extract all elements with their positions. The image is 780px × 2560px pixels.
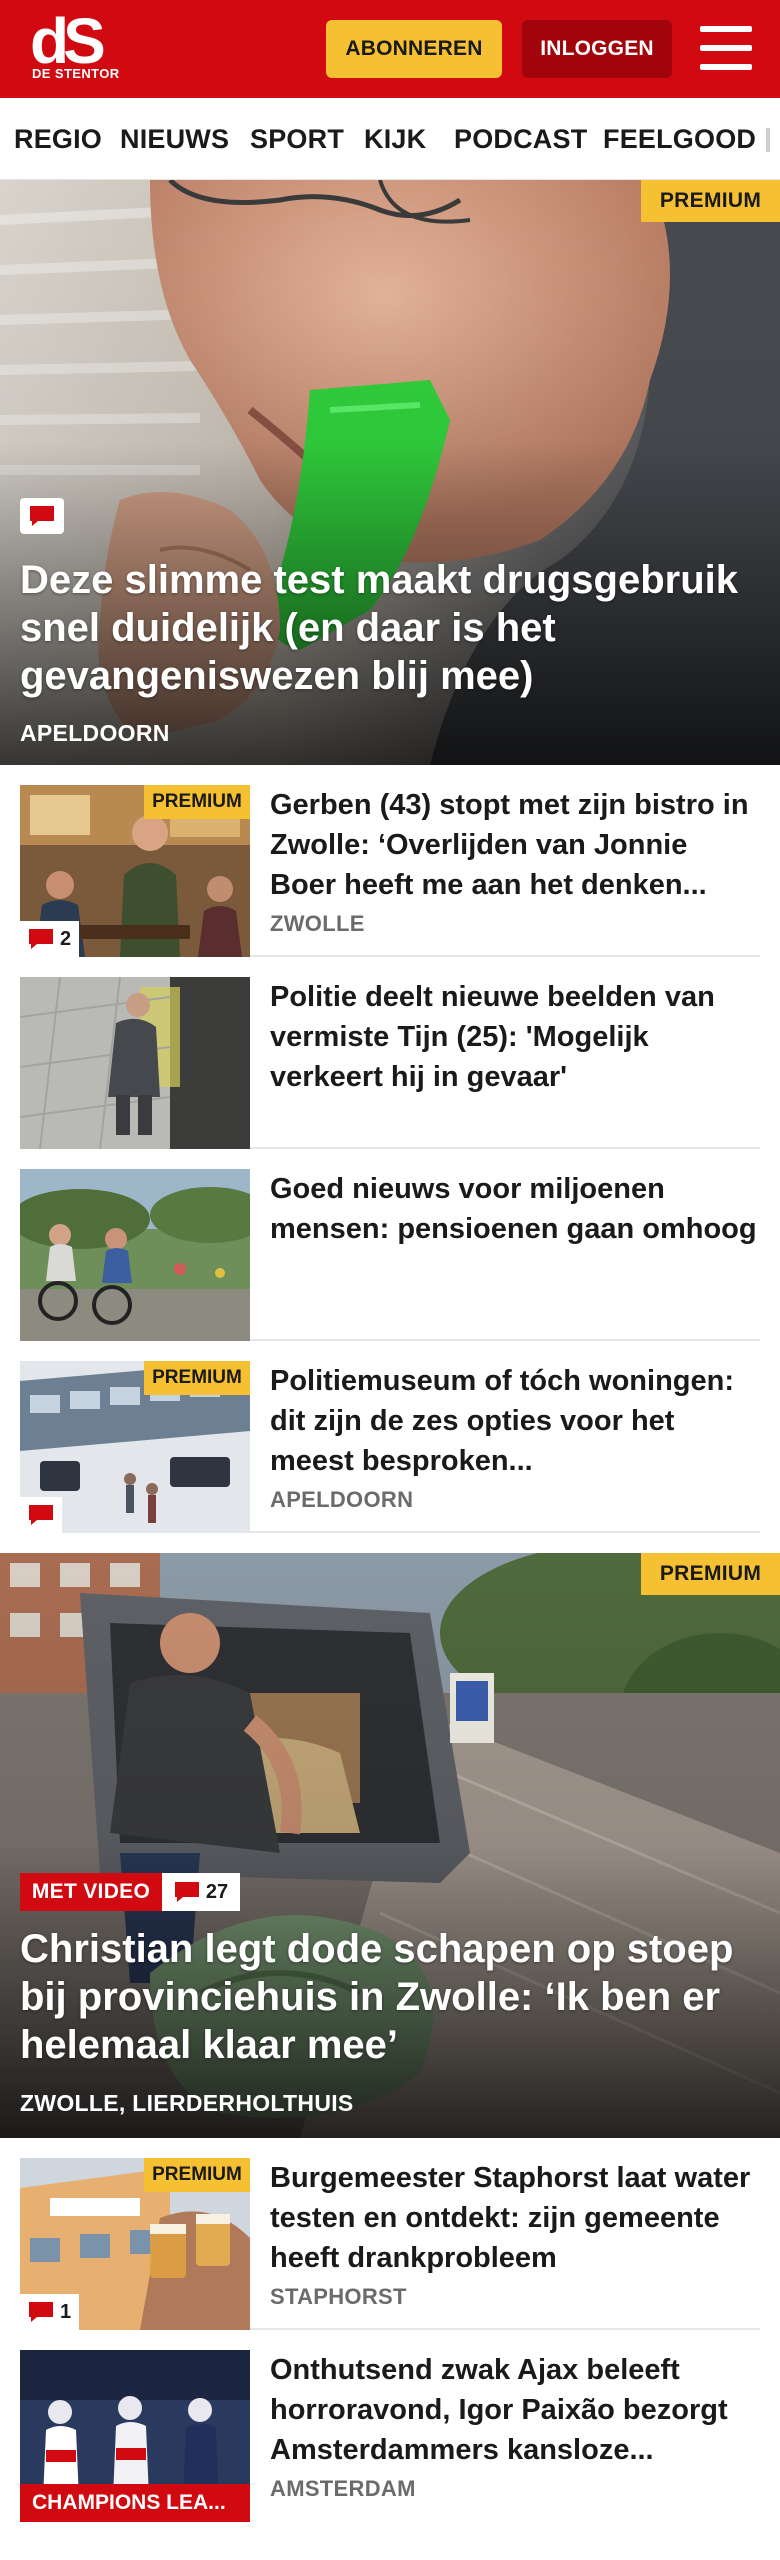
comment-icon [29, 2302, 53, 2322]
nav-item-kijk[interactable]: KIJK [364, 124, 426, 155]
article-title[interactable]: Gerben (43) stopt met zijn bistro in Zwo… [270, 785, 760, 905]
comment-count-value: 27 [205, 1880, 229, 1903]
premium-badge: PREMIUM [641, 180, 780, 222]
logo-mark: dS [30, 5, 106, 77]
nav-item-podcast[interactable]: PODCAST [454, 124, 587, 155]
article-location: AMSTERDAM [270, 2476, 416, 2501]
list-item[interactable]: Politie deelt nieuwe beelden van vermist… [20, 977, 760, 1149]
hero-article-drugstest[interactable]: PREMIUM Deze slimme test maakt drugsgebr… [0, 180, 780, 765]
comment-count-value: 2 [60, 927, 72, 950]
article-thumbnail: PREMIUM 1 [20, 2158, 250, 2330]
article-title[interactable]: Goed nieuws voor miljoenen mensen: pensi… [270, 1169, 760, 1249]
video-badge: MET VIDEO [20, 1873, 162, 1911]
category-label: CHAMPIONS LEA... [20, 2484, 250, 2522]
list-item[interactable]: Goed nieuws voor miljoenen mensen: pensi… [20, 1169, 760, 1341]
login-button[interactable]: INLOGGEN [522, 20, 672, 78]
nav-item-regio[interactable]: REGIO [14, 124, 102, 155]
site-header: dS DE STENTOR ABONNEREN INLOGGEN [0, 0, 780, 98]
article-title[interactable]: Politie deelt nieuwe beelden van vermist… [270, 977, 760, 1097]
logo-text: DE STENTOR [32, 66, 120, 81]
hero-title[interactable]: Deze slimme test maakt drugsgebruik snel… [20, 556, 760, 700]
site-logo[interactable]: dS DE STENTOR [28, 5, 119, 84]
list-item[interactable]: PREMIUM Politiemuseum of tóch woningen: … [20, 1361, 760, 1533]
comment-count: 2 [20, 921, 80, 957]
hamburger-menu-icon[interactable] [700, 26, 752, 70]
comment-count-value: 1 [60, 2300, 72, 2323]
comment-icon [29, 1505, 53, 1525]
comment-icon [29, 929, 53, 949]
hero-location: ZWOLLE, LIERDERHOLTHUIS [20, 2090, 354, 2116]
nav-item-nieuws[interactable]: NIEUWS [120, 124, 229, 155]
nav-item-feelgood[interactable]: FEELGOOD [603, 124, 756, 155]
comment-count: 27 [162, 1873, 240, 1911]
comment-icon [20, 498, 64, 534]
hero-article-schapen[interactable]: PREMIUM MET VIDEO 27 Christian legt dode… [0, 1553, 780, 2138]
article-thumbnail [20, 1169, 250, 1341]
article-title[interactable]: Burgemeester Staphorst laat water testen… [270, 2158, 760, 2278]
article-location: ZWOLLE [270, 911, 365, 936]
article-thumbnail: PREMIUM [20, 1361, 250, 1533]
article-thumbnail: PREMIUM 2 [20, 785, 250, 957]
list-item[interactable]: PREMIUM 2 Gerben (43) stopt met zijn bis… [20, 785, 760, 957]
article-location: STAPHORST [270, 2284, 407, 2309]
list-item[interactable]: CHAMPIONS LEA... Onthutsend zwak Ajax be… [20, 2350, 760, 2522]
article-title[interactable]: Politiemuseum of tóch woningen: dit zijn… [270, 1361, 760, 1481]
premium-badge: PREMIUM [144, 1361, 250, 1395]
article-thumbnail [20, 977, 250, 1149]
comment-icon [174, 1882, 199, 1902]
comment-count: 1 [20, 2294, 80, 2330]
subscribe-button[interactable]: ABONNEREN [326, 20, 502, 78]
nav-item-sport[interactable]: SPORT [250, 124, 344, 155]
article-thumbnail: CHAMPIONS LEA... [20, 2350, 250, 2522]
premium-badge: PREMIUM [641, 1553, 780, 1595]
article-title[interactable]: Onthutsend zwak Ajax beleeft horroravond… [270, 2350, 760, 2470]
article-location: APELDOORN [270, 1487, 414, 1512]
list-item[interactable]: PREMIUM 1 Burgemeester Staphorst laat wa… [20, 2158, 760, 2330]
hero-title[interactable]: Christian legt dode schapen op stoep bij… [20, 1925, 760, 2069]
nav-overflow-indicator [766, 128, 770, 152]
premium-badge: PREMIUM [144, 785, 250, 819]
hero-location: APELDOORN [20, 720, 170, 746]
main-nav: REGIO NIEUWS SPORT KIJK PODCAST FEELGOOD [0, 98, 780, 180]
premium-badge: PREMIUM [144, 2158, 250, 2192]
comment-count [20, 1497, 62, 1533]
